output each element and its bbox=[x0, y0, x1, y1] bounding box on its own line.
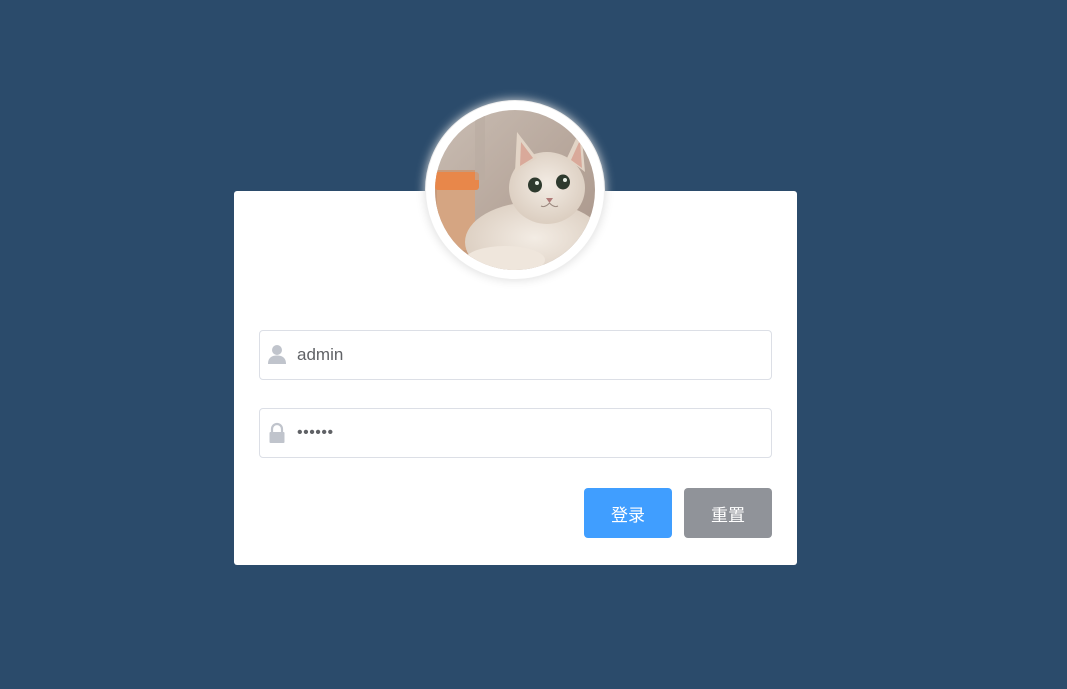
reset-button[interactable]: 重置 bbox=[684, 488, 772, 538]
login-page: 登录 重置 bbox=[0, 0, 1067, 689]
username-field[interactable] bbox=[259, 330, 772, 380]
avatar-frame bbox=[425, 100, 605, 280]
user-icon bbox=[267, 344, 287, 366]
password-input[interactable] bbox=[297, 409, 757, 457]
username-input[interactable] bbox=[297, 331, 757, 379]
avatar bbox=[435, 110, 595, 270]
lock-icon bbox=[267, 422, 287, 444]
password-field[interactable] bbox=[259, 408, 772, 458]
login-button[interactable]: 登录 bbox=[584, 488, 672, 538]
cat-photo-image bbox=[435, 110, 595, 270]
